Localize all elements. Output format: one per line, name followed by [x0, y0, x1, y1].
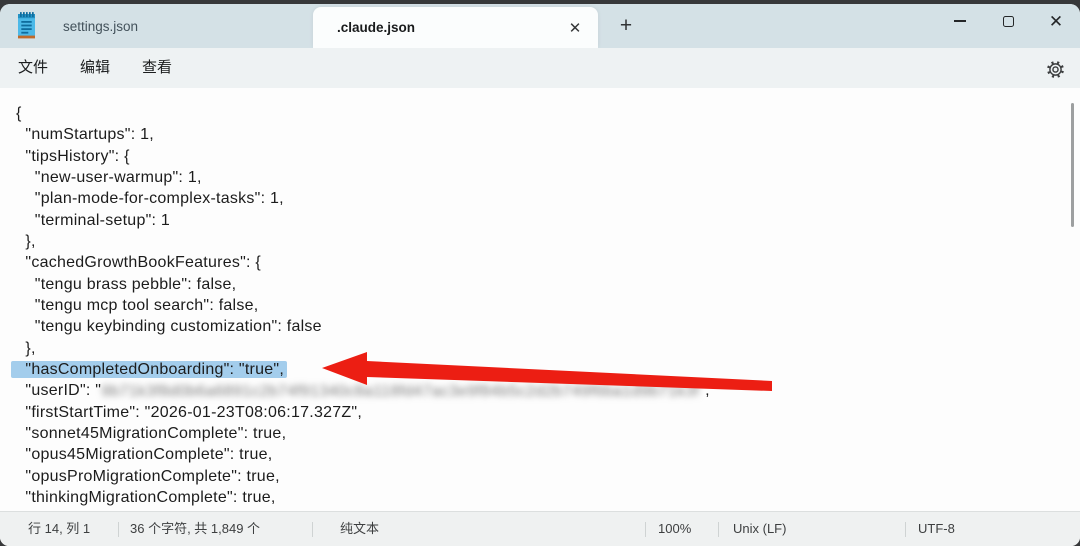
code-line: "opus45MigrationComplete": true,	[16, 444, 1080, 465]
tab-label: settings.json	[63, 19, 138, 34]
maximize-icon	[1003, 16, 1014, 27]
code-line: "thinkingMigrationComplete": true,	[16, 487, 1080, 508]
redacted-userid-blur: 9b71k3f8d0b6a6891c2b74f91340c8a118fd47ac…	[101, 381, 699, 402]
code-line: "sonnet45MigrationComplete": true,	[16, 423, 1080, 444]
cursor-position: 行 14, 列 1	[28, 512, 90, 546]
code-line-highlighted: "hasCompletedOnboarding": "true",	[16, 359, 1080, 380]
tab-label: .claude.json	[337, 20, 415, 35]
title-bar[interactable]: settings.json .claude.json ✕ + ✕	[0, 4, 1080, 48]
code-line: "plan-mode-for-complex-tasks": 1,	[16, 188, 1080, 209]
encoding: UTF-8	[918, 512, 955, 546]
tab-settings-json[interactable]: settings.json	[48, 4, 308, 48]
code-line-userid: "userID": "9b71k3f8d0b6a6891c2b74f91340c…	[16, 380, 1080, 401]
tab-claude-json[interactable]: .claude.json ✕	[313, 7, 598, 48]
code-line: "tengu mcp tool search": false,	[16, 295, 1080, 316]
minimize-button[interactable]	[936, 4, 984, 38]
selected-text: "hasCompletedOnboarding": "true",	[11, 361, 287, 378]
status-divider	[718, 522, 719, 537]
code-line: "cachedGrowthBookFeatures": {	[16, 252, 1080, 273]
close-icon: ✕	[1049, 13, 1063, 30]
status-divider	[312, 522, 313, 537]
code-line: "firstStartTime": "2026-01-23T08:06:17.3…	[16, 402, 1080, 423]
status-divider	[645, 522, 646, 537]
line-ending: Unix (LF)	[733, 512, 786, 546]
code-line: "tipsHistory": {	[16, 146, 1080, 167]
new-tab-button[interactable]: +	[612, 12, 640, 40]
char-count: 36 个字符, 共 1,849 个	[130, 512, 260, 546]
code-line: "numStartups": 1,	[16, 124, 1080, 145]
menu-file[interactable]: 文件	[2, 53, 64, 83]
notepad-window: settings.json .claude.json ✕ + ✕ 文件 编辑 查…	[0, 4, 1080, 546]
menu-bar: 文件 编辑 查看	[0, 48, 1080, 88]
text-editor[interactable]: { "numStartups": 1, "tipsHistory": { "ne…	[0, 88, 1080, 511]
code-line: "new-user-warmup": 1,	[16, 167, 1080, 188]
zoom-level: 100%	[658, 512, 691, 546]
settings-button[interactable]	[1042, 56, 1068, 82]
menu-edit[interactable]: 编辑	[64, 53, 126, 83]
gear-icon	[1046, 60, 1065, 79]
doc-type: 纯文本	[340, 512, 379, 546]
minimize-icon	[954, 20, 966, 22]
userid-suffix: ",	[699, 382, 710, 399]
code-line: {	[16, 103, 1080, 124]
code-line: "opusProMigrationComplete": true,	[16, 466, 1080, 487]
code-line: },	[16, 338, 1080, 359]
tab-close-icon[interactable]: ✕	[564, 17, 586, 39]
status-bar: 行 14, 列 1 36 个字符, 共 1,849 个 纯文本 100% Uni…	[0, 511, 1080, 546]
window-controls: ✕	[936, 4, 1080, 38]
menu-view[interactable]: 查看	[126, 53, 188, 83]
code-line: "tengu brass pebble": false,	[16, 274, 1080, 295]
notepad-app-icon	[15, 11, 38, 40]
code-line: },	[16, 231, 1080, 252]
status-divider	[905, 522, 906, 537]
status-divider	[118, 522, 119, 537]
maximize-button[interactable]	[984, 4, 1032, 38]
userid-prefix: "userID": "	[16, 382, 101, 399]
code-line: "tengu keybinding customization": false	[16, 316, 1080, 337]
close-button[interactable]: ✕	[1032, 4, 1080, 38]
vertical-scrollbar[interactable]	[1071, 103, 1074, 227]
code-line: "terminal-setup": 1	[16, 210, 1080, 231]
